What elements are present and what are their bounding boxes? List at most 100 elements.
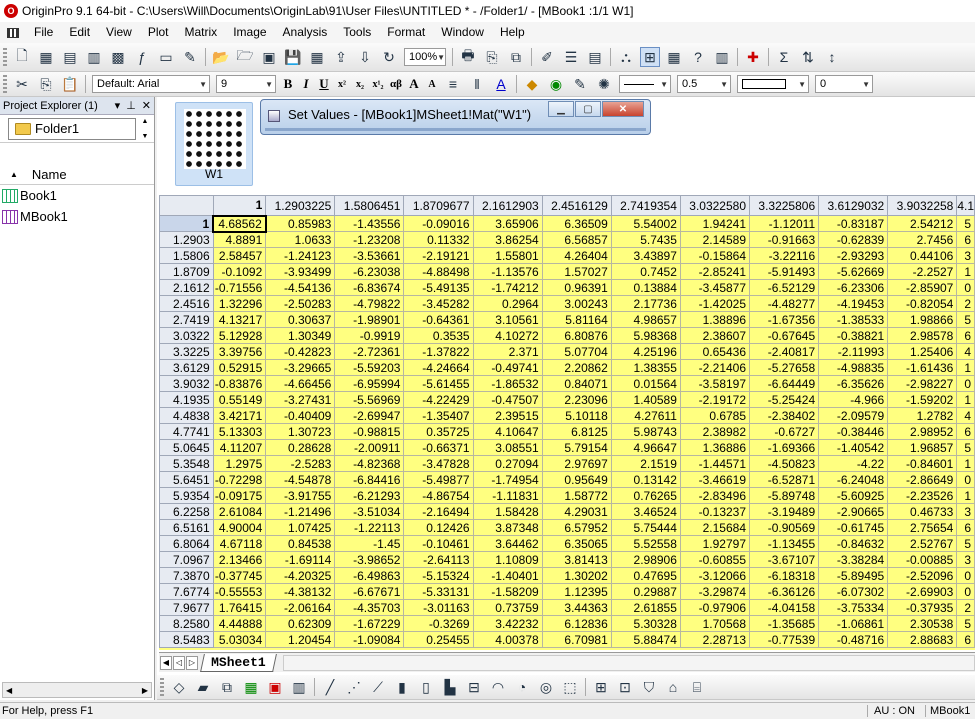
cut-icon[interactable]: ✂: [12, 74, 32, 94]
matrix-cell[interactable]: 5.54002: [610, 215, 681, 232]
matrix-cell[interactable]: -1.23208: [334, 231, 405, 248]
matrix-cell[interactable]: 3.46524: [610, 503, 681, 520]
matrix-cell[interactable]: 0.3535: [403, 327, 474, 344]
matrix-cell[interactable]: 1: [956, 455, 975, 472]
matrix-cell[interactable]: 0.01564: [610, 375, 681, 392]
line-color-icon[interactable]: ✎: [570, 74, 590, 94]
pattern-combo[interactable]: 0 ▼: [815, 75, 873, 93]
matrix-cell[interactable]: 6.70981: [541, 631, 612, 648]
matrix-cell[interactable]: 4.26404: [541, 247, 612, 264]
matrix-cell[interactable]: 3.44363: [541, 599, 612, 616]
help-icon[interactable]: ?: [688, 47, 708, 67]
column-header[interactable]: 2.1612903: [472, 195, 543, 216]
fill-color-icon[interactable]: ◆: [522, 74, 542, 94]
row-header[interactable]: 8.5483: [159, 631, 214, 648]
column-header[interactable]: 1.2903225: [265, 195, 336, 216]
matrix-cell[interactable]: 5.7435: [610, 231, 681, 248]
matrix-cell[interactable]: 1.2782: [887, 407, 958, 424]
increase-font-icon[interactable]: A: [406, 75, 422, 93]
matrix-cell[interactable]: -1.35407: [403, 407, 474, 424]
matrix-cell[interactable]: -2.40817: [749, 343, 820, 360]
matrix-cell[interactable]: 1.36886: [679, 439, 751, 456]
toolbar-grip[interactable]: [3, 75, 7, 93]
duplicate-icon[interactable]: ⧉: [506, 47, 526, 67]
matrix-cell[interactable]: -3.98652: [334, 551, 405, 568]
matrix-cell[interactable]: -0.60855: [679, 551, 751, 568]
matrix-cell[interactable]: 2.7456: [887, 231, 958, 248]
matrix-cell[interactable]: 5.79154: [541, 439, 612, 456]
surface-icon[interactable]: ⌂: [663, 677, 683, 697]
column-header[interactable]: 4.1: [956, 195, 975, 216]
matrix-cell[interactable]: 6: [956, 519, 975, 536]
column-header[interactable]: 1: [212, 195, 267, 216]
row-header[interactable]: 7.3870: [159, 567, 214, 584]
wireframe-icon[interactable]: ⌸: [687, 677, 707, 697]
matrix-cell[interactable]: -0.91663: [749, 231, 820, 248]
matrix-cell[interactable]: 0.44106: [887, 247, 958, 264]
matrix-cell[interactable]: 0.62309: [265, 615, 336, 632]
maximize-button[interactable]: ▢: [575, 101, 601, 117]
row-header[interactable]: 2.1612: [159, 279, 214, 296]
matrix-cell[interactable]: -2.85907: [887, 279, 958, 296]
matrix-cell[interactable]: 1.98866: [887, 311, 958, 328]
matrix-cell[interactable]: 0.96391: [541, 279, 612, 296]
new-project-icon[interactable]: 🗋: [12, 47, 32, 67]
matrix-cell[interactable]: -1.11831: [472, 487, 543, 504]
matrix-cell[interactable]: -1.98901: [334, 311, 405, 328]
matrix-cell[interactable]: -1.06861: [818, 615, 889, 632]
matrix-cell[interactable]: -1.13576: [472, 263, 543, 280]
new-excel-icon[interactable]: ▤: [60, 47, 80, 67]
3d-plot-icon[interactable]: ⬚: [560, 677, 580, 697]
matrix-cell[interactable]: -0.55553: [212, 583, 267, 600]
matrix-cell[interactable]: 0.7452: [610, 263, 681, 280]
matrix-cell[interactable]: 2.30538: [887, 615, 958, 632]
column-header[interactable]: 3.9032258: [887, 195, 958, 216]
matrix-cell[interactable]: -2.06164: [265, 599, 336, 616]
matrix-cell[interactable]: 2.38982: [679, 423, 751, 440]
column-header[interactable]: 1.8709677: [403, 195, 474, 216]
matrix-cell[interactable]: -0.40409: [265, 407, 336, 424]
matrix-cell[interactable]: -1.22113: [334, 519, 405, 536]
matrix-cell[interactable]: -1.09084: [334, 631, 405, 648]
sort-asc-icon[interactable]: ↕: [822, 47, 842, 67]
row-header[interactable]: 1.8709: [159, 263, 214, 280]
matrix-cell[interactable]: -5.59203: [334, 359, 405, 376]
matrix-cell[interactable]: -3.29874: [679, 583, 751, 600]
matrix-cell[interactable]: 6.80876: [541, 327, 612, 344]
matrix-cell[interactable]: -3.58197: [679, 375, 751, 392]
italic-icon[interactable]: I: [298, 75, 314, 93]
template-icon[interactable]: ⊞: [591, 677, 611, 697]
matrix-cell[interactable]: 4.44888: [212, 615, 267, 632]
matrix-cell[interactable]: -2.2527: [887, 263, 958, 280]
matrix-cell[interactable]: 3.39756: [212, 343, 267, 360]
matrix-cell[interactable]: 3.42232: [472, 615, 543, 632]
greek-icon[interactable]: αβ: [388, 75, 404, 93]
matrix-cell[interactable]: -1.13455: [749, 535, 820, 552]
matrix-cell[interactable]: 2.17736: [610, 295, 681, 312]
zoom-combo[interactable]: 100% ▼: [404, 48, 446, 66]
matrix-cell[interactable]: 6: [956, 631, 975, 648]
matrix-cell[interactable]: 2.58457: [212, 247, 267, 264]
matrix-cell[interactable]: -0.84601: [887, 455, 958, 472]
matrix-cell[interactable]: 4.90004: [212, 519, 267, 536]
matrix-cell[interactable]: -3.19489: [749, 503, 820, 520]
row-header[interactable]: 7.6774: [159, 583, 214, 600]
row-header[interactable]: 1.2903: [159, 231, 214, 248]
matrix-cell[interactable]: 6: [956, 423, 975, 440]
row-header[interactable]: 5.9354: [159, 487, 214, 504]
matrix-cell[interactable]: 5: [956, 311, 975, 328]
row-header[interactable]: 3.9032: [159, 375, 214, 392]
matrix-cell[interactable]: -3.45877: [679, 279, 751, 296]
list-item-mbook1[interactable]: MBook1: [0, 206, 154, 227]
font-color-icon[interactable]: A: [491, 74, 511, 94]
matrix-cell[interactable]: -1.74212: [472, 279, 543, 296]
area-plot-icon[interactable]: ◠: [488, 677, 508, 697]
matrix-cell[interactable]: 2.28713: [679, 631, 751, 648]
matrix-cell[interactable]: -2.69903: [887, 583, 958, 600]
matrix-cell[interactable]: -0.61745: [818, 519, 889, 536]
matrix-cell[interactable]: -6.52129: [749, 279, 820, 296]
matrix-window-menu-icon[interactable]: [4, 26, 22, 40]
matrix-cell[interactable]: 3: [956, 503, 975, 520]
save-project-icon[interactable]: 💾: [283, 47, 303, 67]
matrix-cell[interactable]: -0.83876: [212, 375, 267, 392]
